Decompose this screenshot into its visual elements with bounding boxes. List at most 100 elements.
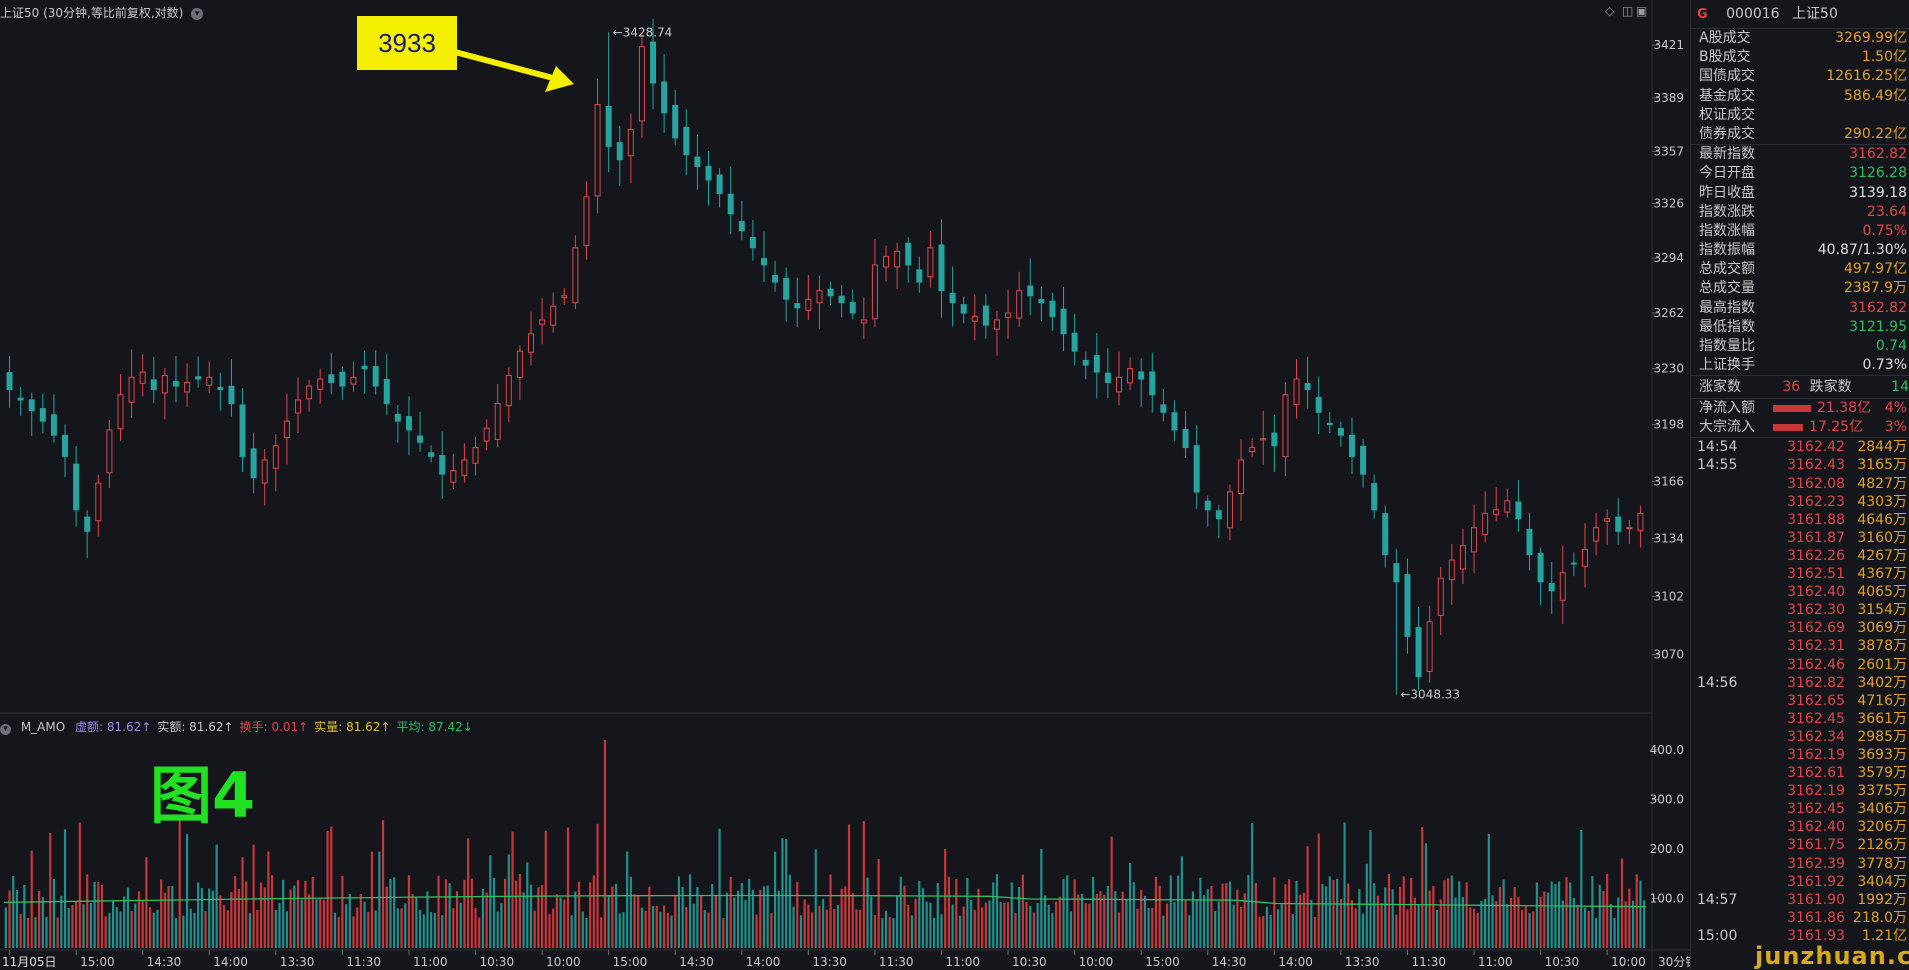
y-tick-label: 3102 [1653,589,1684,603]
tick-price: 3162.46 [1787,656,1845,673]
tick-time: 14:54 [1697,439,1738,456]
candle-body [1127,368,1134,384]
candle-body [417,435,424,443]
flow-value: 21.38亿 [1817,400,1872,417]
stat-label: A股成交 [1699,30,1751,46]
tick-row[interactable]: 3161.86 218.0万 [1691,909,1909,927]
x-tick-label: 11:00 [1478,955,1513,969]
tick-row[interactable]: 3162.61 3579万 [1691,764,1909,782]
candle-body [705,165,712,181]
tick-volume: 4065万 [1857,584,1907,601]
tick-row[interactable]: 3162.46 2601万 [1691,656,1909,674]
tick-row[interactable]: 3162.19 3375万 [1691,782,1909,800]
tick-row[interactable]: 14:56 3162.82 3402万 [1691,674,1909,692]
stat-row: 权证成交 [1691,106,1909,125]
y-tick-label: 3389 [1653,91,1684,105]
tick-volume: 3404万 [1857,873,1907,890]
tick-row[interactable]: 3161.75 2126万 [1691,836,1909,854]
tick-price: 3162.43 [1787,457,1845,474]
x-tick-label: 11月05日 [2,955,57,969]
extreme-label: ←3048.33 [1400,688,1460,702]
candle-body [572,247,579,304]
tick-row[interactable]: 3162.08 4827万 [1691,475,1909,493]
tick-row[interactable]: 3162.69 3069万 [1691,619,1909,637]
x-tick-label: 14:00 [1278,955,1313,969]
tick-row[interactable]: 3162.45 3661万 [1691,710,1909,728]
chart-area[interactable]: 上证50 (30分钟,等比前复权,对数) ▾ 3421 3389 3357 3326 3… [0,0,1690,969]
tick-row[interactable]: 3162.23 4303万 [1691,493,1909,511]
candle-body [594,104,601,197]
candle-body [605,105,612,147]
tick-row[interactable]: 14:54 3162.42 2844万 [1691,438,1909,456]
candle-body [805,298,812,311]
tick-volume: 3160万 [1857,529,1907,546]
candle-body [1404,574,1411,637]
tick-time [1697,764,1775,782]
candle-body [527,333,534,353]
tick-row[interactable]: 3162.26 4267万 [1691,547,1909,565]
tick-row[interactable]: 3161.88 4646万 [1691,511,1909,529]
candle-body [550,305,557,326]
tick-time [1697,601,1775,619]
tick-row[interactable]: 3162.65 4716万 [1691,692,1909,710]
tick-row[interactable]: 3162.51 4367万 [1691,565,1909,583]
stat-label: 今日开盘 [1699,165,1755,182]
candle-body [1526,528,1533,556]
tick-list[interactable]: 14:54 3162.42 2844万 14:55 3162.43 3165万 3162.0… [1691,437,1909,945]
tick-volume: 2844万 [1857,439,1907,456]
tick-volume: 3165万 [1857,457,1907,474]
y-tick-label: 3262 [1653,306,1684,320]
candle-body [539,319,546,325]
tick-row[interactable]: 3161.87 3160万 [1691,529,1909,547]
tick-row[interactable]: 3162.31 3878万 [1691,637,1909,655]
tick-time [1697,511,1775,529]
chevron-down-icon[interactable]: ▾ [0,724,11,735]
tick-row[interactable]: 14:57 3161.90 1992万 [1691,891,1909,909]
advance-decline: 涨家数 36 跌家数 14 [1691,375,1909,400]
flow-group: 净流入额 21.38亿 4% 大宗流入 17.25亿 3% [1691,399,1909,437]
tick-row[interactable]: 3162.30 3154万 [1691,601,1909,619]
candle-body [1537,553,1544,583]
candle-body [361,365,368,370]
tick-row[interactable]: 3162.40 3206万 [1691,818,1909,836]
candle-body [982,305,989,326]
stat-value: 1.50亿 [1861,49,1907,66]
stat-label: 指数量比 [1699,338,1755,354]
candle-body [1271,432,1278,447]
tick-price: 3162.30 [1787,602,1845,619]
tick-volume: 3154万 [1857,602,1907,619]
tick-row[interactable]: 14:55 3162.43 3165万 [1691,456,1909,474]
stat-label: 最低指数 [1699,318,1755,335]
stat-value: 3162.82 [1849,299,1907,316]
tick-row[interactable]: 3162.45 3406万 [1691,800,1909,818]
indicator-value: 实额: 81.62↑ [157,720,234,734]
candle-body [716,174,723,194]
candle-body [172,380,179,387]
tick-row[interactable]: 3162.34 2985万 [1691,728,1909,746]
indicator-header: ▾ M_AMO 虚额: 81.62↑ 实额: 81.62↑ 换手: 0.01↑ 实量:… [0,718,485,735]
candle-body [1238,459,1245,494]
candle-body [1326,422,1333,426]
candle-body [383,378,390,405]
candle-body [139,371,146,384]
candle-body [1249,447,1256,453]
y-tick-label: 3357 [1653,144,1684,158]
flow-label: 净流入额 [1699,400,1755,417]
tick-row[interactable]: 3162.19 3693万 [1691,746,1909,764]
tick-time [1697,855,1775,873]
stat-value: 3121.95 [1849,318,1907,335]
index-stats-group: 最新指数 3162.82 今日开盘 3126.28 昨日收盘 3139.18 指数涨跌 23.… [1691,144,1909,375]
candle-body [871,264,878,320]
tick-time [1697,746,1775,764]
tick-volume: 2126万 [1857,837,1907,854]
candle-body [1171,412,1178,431]
security-name: 上证50 [1792,6,1838,22]
candle-body [1182,428,1189,449]
stat-row: 最低指数 3121.95 [1691,318,1909,337]
tick-row[interactable]: 3162.39 3778万 [1691,855,1909,873]
tick-volume: 1992万 [1857,891,1907,908]
candle-body [328,374,335,384]
tick-row[interactable]: 3162.40 4065万 [1691,583,1909,601]
stat-label: 总成交量 [1699,280,1755,297]
tick-row[interactable]: 3161.92 3404万 [1691,873,1909,891]
